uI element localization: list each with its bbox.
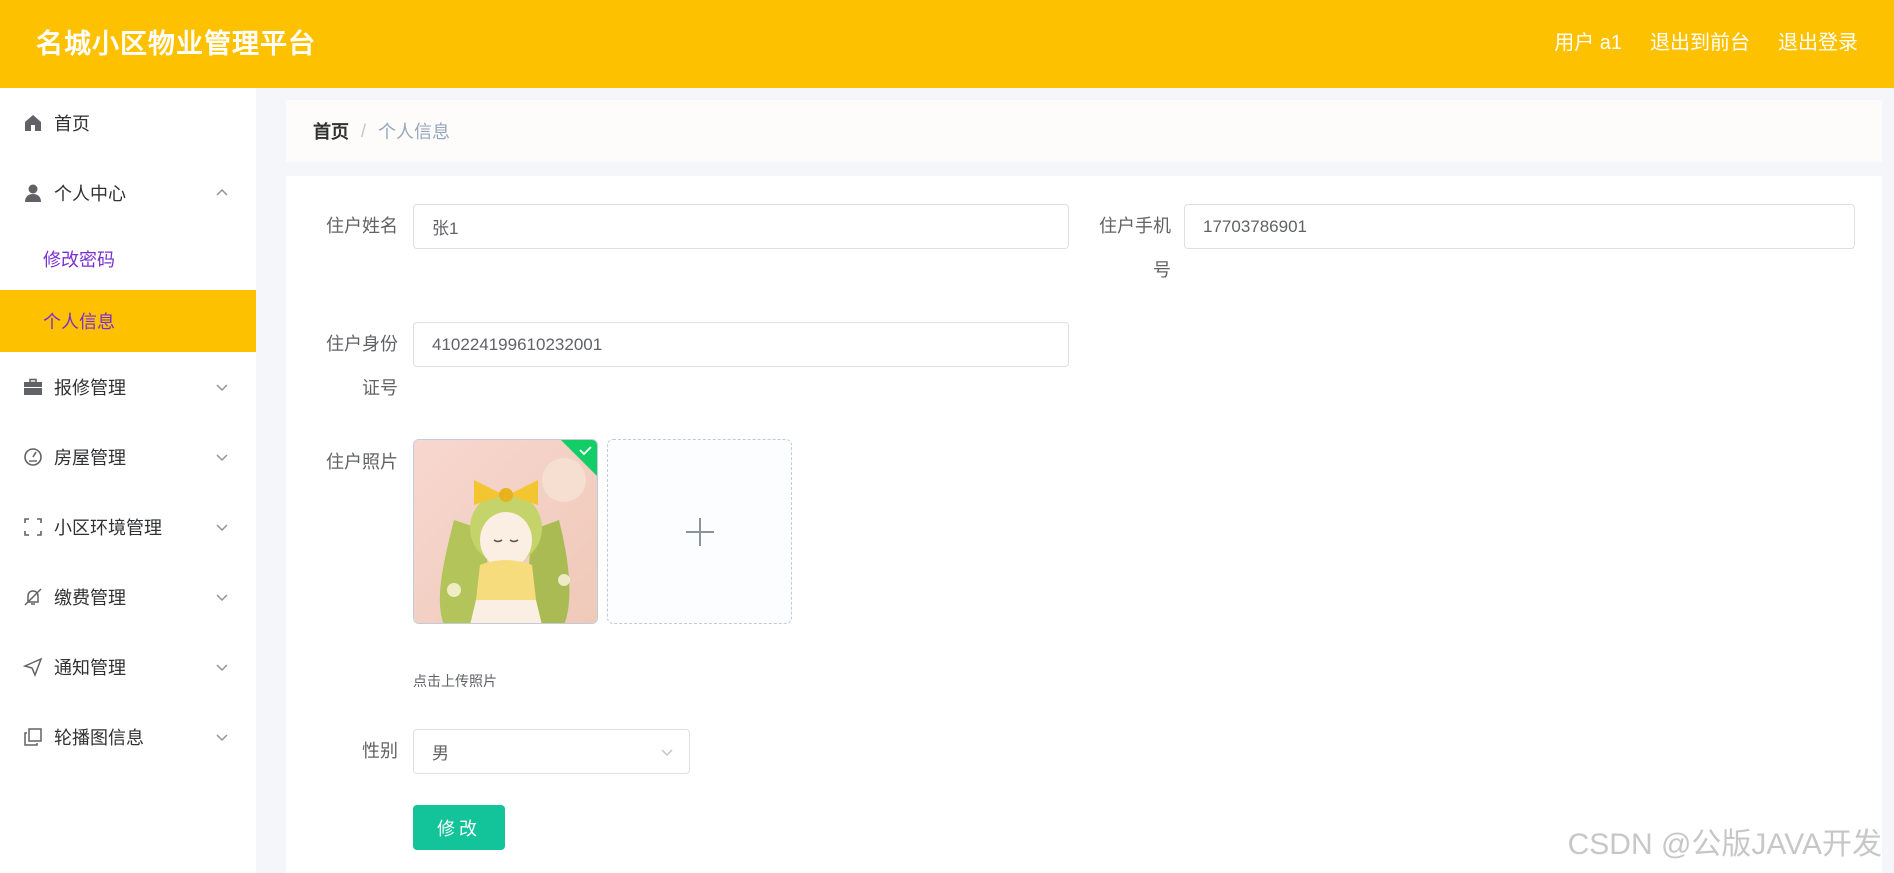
sidebar-item-repair[interactable]: 报修管理	[0, 352, 256, 422]
user-icon	[22, 182, 44, 204]
sidebar-item-label: 小区环境管理	[54, 518, 162, 538]
sidebar-item-label: 缴费管理	[54, 588, 126, 608]
idcard-input[interactable]: 410224199610232001	[413, 322, 1069, 367]
idcard-label-wrap: 证号	[362, 378, 398, 398]
send-icon	[22, 656, 44, 678]
name-label: 住户姓名	[326, 216, 398, 236]
sidebar-item-environment[interactable]: 小区环境管理	[0, 492, 256, 562]
gender-select[interactable]: 男	[413, 729, 690, 774]
sidebar-item-home[interactable]: 首页	[0, 88, 256, 158]
gender-label: 性别	[362, 741, 398, 761]
watermark: CSDN @公版JAVA开发	[1567, 828, 1882, 861]
sidebar-item-house[interactable]: 房屋管理	[0, 422, 256, 492]
sidebar-item-label: 报修管理	[54, 378, 126, 398]
chevron-up-icon	[216, 188, 228, 196]
gauge-icon	[22, 446, 44, 468]
logout-link[interactable]: 退出登录	[1778, 26, 1858, 55]
sidebar: 首页 个人中心 修改密码 个人信息 报修管理 房屋管理 小区环境管理 缴费管理 …	[0, 88, 256, 873]
copy-icon	[22, 726, 44, 748]
photo-upload-tip: 点击上传照片	[413, 673, 497, 689]
sidebar-item-label: 首页	[54, 114, 90, 134]
name-input[interactable]: 张1	[413, 204, 1069, 249]
uploaded-photo[interactable]	[413, 439, 598, 624]
chevron-down-icon	[216, 384, 228, 392]
exit-to-front-link[interactable]: 退出到前台	[1650, 26, 1750, 55]
plus-icon	[685, 517, 714, 546]
chevron-down-icon	[216, 664, 228, 672]
current-user: 用户 a1	[1554, 32, 1622, 54]
sidebar-item-personal-info[interactable]: 个人信息	[0, 290, 256, 352]
phone-input[interactable]: 17703786901	[1184, 204, 1855, 249]
breadcrumb-separator: /	[361, 120, 367, 141]
sidebar-item-label: 个人中心	[54, 184, 126, 204]
sidebar-item-label: 通知管理	[54, 658, 126, 678]
header-actions: 用户 a1 退出到前台 退出登录	[1554, 26, 1858, 55]
sidebar-item-label: 房屋管理	[54, 448, 126, 468]
chevron-down-icon	[661, 749, 673, 757]
app-title: 名城小区物业管理平台	[36, 29, 316, 59]
submit-modify-button[interactable]: 修改	[413, 805, 505, 850]
sidebar-item-personal-center[interactable]: 个人中心	[0, 158, 256, 228]
phone-label: 住户手机	[1099, 216, 1171, 236]
chevron-down-icon	[216, 454, 228, 462]
photo-label: 住户照片	[326, 452, 398, 472]
chevron-down-icon	[216, 524, 228, 532]
upload-photo-button[interactable]	[607, 439, 792, 624]
home-icon	[22, 112, 44, 134]
breadcrumb-home[interactable]: 首页	[313, 118, 349, 144]
top-header: 名城小区物业管理平台 用户 a1 退出到前台 退出登录	[0, 0, 1894, 88]
breadcrumb: 首页 / 个人信息	[286, 100, 1882, 162]
profile-form: 住户姓名 张1 住户手机 号 17703786901 住户身份 证号 41022…	[286, 176, 1882, 873]
briefcase-icon	[22, 376, 44, 398]
chevron-down-icon	[216, 594, 228, 602]
sidebar-item-notice[interactable]: 通知管理	[0, 632, 256, 702]
breadcrumb-current: 个人信息	[378, 122, 451, 142]
bell-off-icon	[22, 586, 44, 608]
idcard-label: 住户身份	[326, 334, 398, 354]
chevron-down-icon	[216, 734, 228, 742]
phone-label-wrap: 号	[1153, 260, 1171, 280]
frame-icon	[22, 516, 44, 538]
sidebar-item-carousel[interactable]: 轮播图信息	[0, 702, 256, 772]
gender-selected-value: 男	[432, 744, 449, 763]
sidebar-item-payment[interactable]: 缴费管理	[0, 562, 256, 632]
sidebar-item-change-password[interactable]: 修改密码	[0, 228, 256, 290]
upload-success-icon	[561, 440, 597, 476]
sidebar-item-label: 轮播图信息	[54, 728, 144, 748]
